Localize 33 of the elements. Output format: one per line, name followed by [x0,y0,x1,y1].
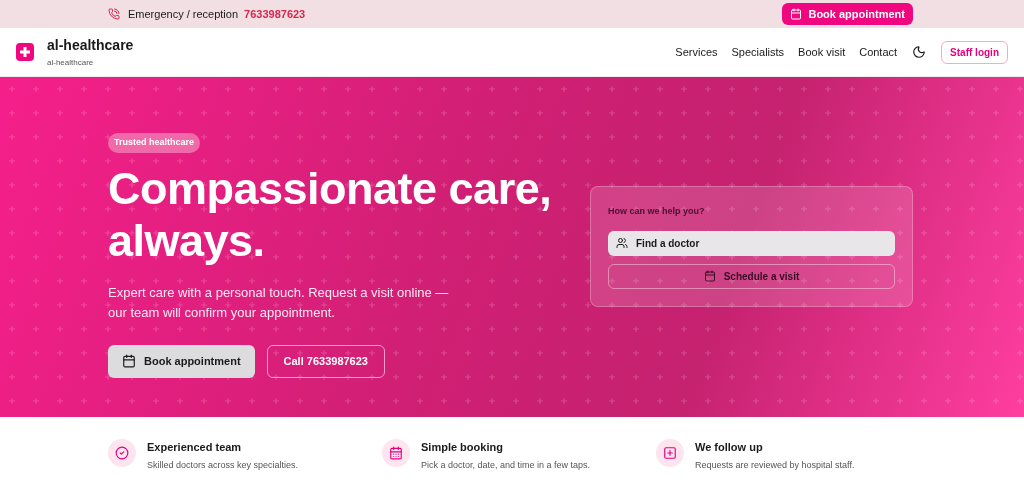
emergency-phone: 7633987623 [244,6,306,22]
hero-description: Expert care with a personal touch. Request a visit online — our team will confirm your appointment. [108,283,450,322]
calendar-icon [703,270,716,282]
nav-link[interactable]: Specialists [731,43,785,61]
brand-subtitle: al-healthcare [47,56,95,69]
schedule-visit-button[interactable]: Schedule a visit [608,263,895,289]
logo-icon [16,43,34,61]
feature-title: Simple booking [421,440,504,455]
phone-icon [108,8,120,20]
book-appointment-button[interactable]: Book appointment [782,3,913,25]
feature-title: We follow up [695,440,764,455]
find-doctor-button[interactable]: Find a doctor [608,230,895,256]
check-icon [108,439,136,467]
plus-icon [656,439,684,467]
nav-link[interactable]: Services [675,43,718,61]
nav-link[interactable]: Contact [859,43,898,61]
brand-name: al-healthcare [47,35,134,54]
help-card-title: How can we help you? [608,205,706,218]
calendar-icon [790,8,803,20]
feature-text: Pick a doctor, date, and time in a few taps. [421,458,591,472]
feature-text: Skilled doctors across key specialties. [147,458,299,472]
hero-title: Compassionate care, always. [108,162,553,267]
feature-title: Experienced team [147,440,243,455]
trusted-badge: Trusted healthcare [108,133,201,153]
call-button[interactable]: Call 7633987623 [266,344,385,378]
book-appointment-button[interactable]: Book appointment [108,344,255,378]
nav-link[interactable]: Book visit [798,43,846,61]
calendar-icon [122,354,136,368]
people-icon [616,237,628,249]
emergency-label: Emergency / reception [128,6,239,22]
calendar-icon [382,439,410,467]
feature-text: Requests are reviewed by hospital staff. [695,458,855,472]
staff-login-button[interactable]: Staff login [941,40,1008,64]
